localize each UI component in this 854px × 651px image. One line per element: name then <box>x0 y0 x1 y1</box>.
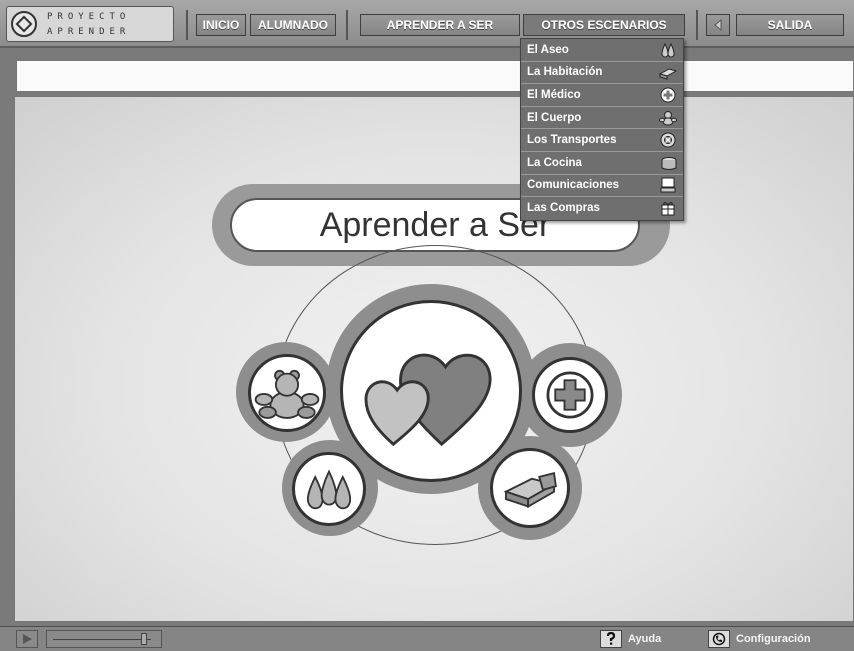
nav-aprender-button[interactable]: APRENDER A SER <box>360 14 520 36</box>
menu-item-compras[interactable]: Las Compras <box>521 197 683 220</box>
arrow-left-icon <box>714 19 722 31</box>
menu-item-cuerpo[interactable]: El Cuerpo <box>521 107 683 130</box>
menu-item-label: Las Compras <box>527 202 600 215</box>
bed-button[interactable] <box>490 448 570 528</box>
water-drops-icon <box>306 469 352 510</box>
content-header-strip <box>16 60 854 92</box>
menu-item-label: El Médico <box>527 88 581 101</box>
medical-cross-icon <box>546 371 594 419</box>
wheel-icon <box>659 132 677 148</box>
toolbar-divider <box>696 10 698 40</box>
menu-item-label: El Aseo <box>527 43 569 56</box>
computer-icon <box>659 177 677 193</box>
menu-item-comunicaciones[interactable]: Comunicaciones <box>521 175 683 198</box>
menu-item-cocina[interactable]: La Cocina <box>521 152 683 175</box>
config-button[interactable]: Configuración <box>708 630 811 648</box>
medical-button[interactable] <box>532 357 608 433</box>
menu-item-aseo[interactable]: El Aseo <box>521 39 683 62</box>
top-toolbar: PROYECTO APRENDER INICIO ALUMNADO APREND… <box>0 0 854 48</box>
slider-knob[interactable] <box>141 633 147 645</box>
menu-item-label: Comunicaciones <box>527 179 620 192</box>
teddy-bear-icon <box>254 369 320 419</box>
slider-track <box>53 639 151 640</box>
logo-line-1: PROYECTO <box>47 12 131 22</box>
bed-icon <box>503 472 557 509</box>
logo-line-2: APRENDER <box>47 27 131 37</box>
nav-alumnado-button[interactable]: ALUMNADO <box>250 14 336 36</box>
cooking-pot-icon <box>659 155 677 171</box>
bottom-toolbar: Ayuda Configuración <box>0 626 854 651</box>
menu-item-label: Los Transportes <box>527 134 617 147</box>
menu-item-label: La Cocina <box>527 156 582 169</box>
menu-item-transportes[interactable]: Los Transportes <box>521 129 683 152</box>
nav-salida-button[interactable]: SALIDA <box>736 14 844 36</box>
config-label: Configuración <box>736 633 811 645</box>
help-label: Ayuda <box>628 633 662 645</box>
help-icon <box>600 630 622 648</box>
medical-cross-icon <box>659 87 677 103</box>
back-arrow-button[interactable] <box>706 14 730 36</box>
cube-logo-icon <box>11 11 37 37</box>
help-button[interactable]: Ayuda <box>600 630 661 648</box>
menu-item-label: La Habitación <box>527 66 603 79</box>
bed-icon <box>659 64 677 81</box>
play-button[interactable] <box>16 630 38 648</box>
teddy-bear-button[interactable] <box>248 354 326 432</box>
progress-slider[interactable] <box>46 630 162 648</box>
teddy-bear-icon <box>659 110 677 126</box>
nav-inicio-button[interactable]: INICIO <box>196 14 246 36</box>
nav-otros-escenarios-button[interactable]: OTROS ESCENARIOS <box>523 14 685 36</box>
toolbar-divider <box>186 10 188 40</box>
menu-item-habitacion[interactable]: La Habitación <box>521 62 683 85</box>
water-drops-button[interactable] <box>292 452 366 526</box>
otros-escenarios-dropdown: El Aseo La Habitación El Médico El Cuerp… <box>520 38 684 221</box>
menu-item-medico[interactable]: El Médico <box>521 84 683 107</box>
logo: PROYECTO APRENDER <box>6 6 174 42</box>
phone-settings-icon <box>708 630 730 648</box>
water-drops-icon <box>659 42 677 58</box>
toolbar-divider <box>346 10 348 40</box>
gift-icon <box>659 200 677 216</box>
menu-item-label: El Cuerpo <box>527 111 582 124</box>
